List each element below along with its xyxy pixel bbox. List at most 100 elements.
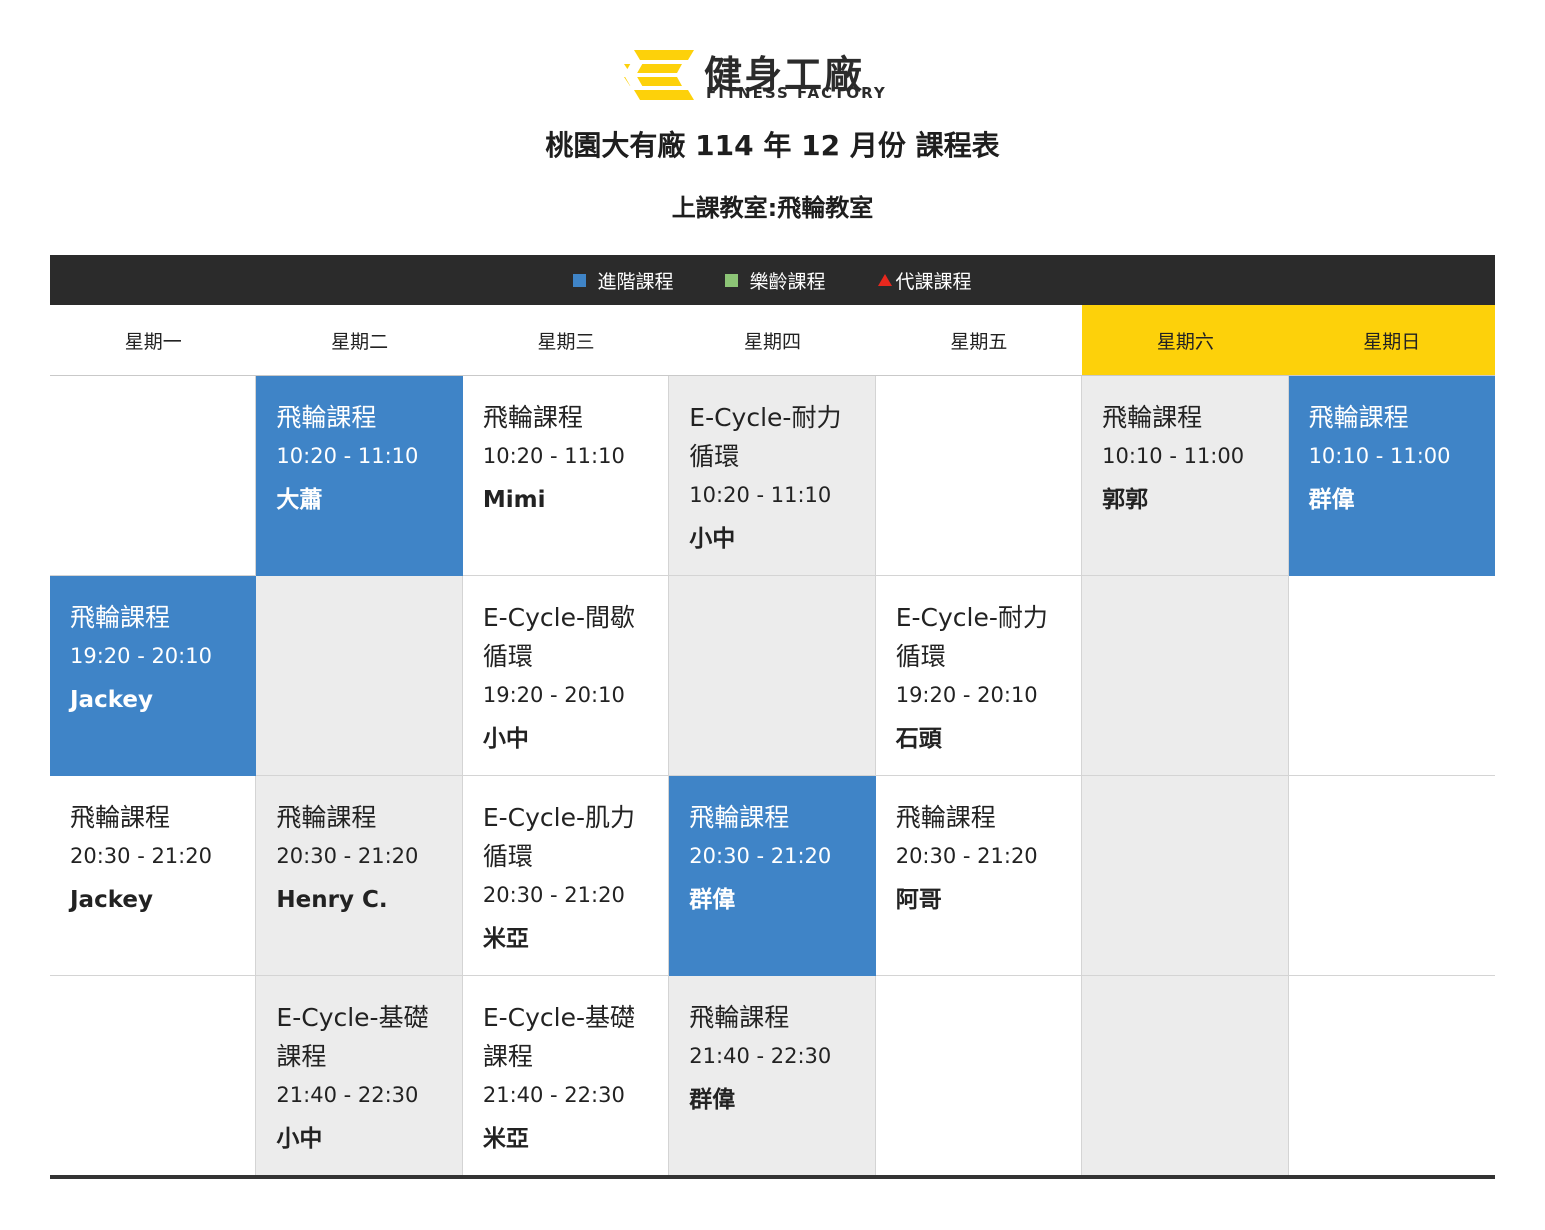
legend-item-advanced: 進階課程 bbox=[573, 267, 673, 294]
class-time: 10:20 - 11:10 bbox=[276, 444, 419, 468]
class-cell: E-Cycle-基礎課程 21:40 - 22:30 小中 bbox=[256, 976, 463, 1176]
empty-cell bbox=[1082, 776, 1289, 976]
legend-bar: 進階課程 樂齡課程 代課課程 bbox=[50, 255, 1495, 305]
class-cell: 飛輪課程 20:30 - 21:20 群偉 bbox=[669, 776, 876, 976]
class-name: 飛輪課程 bbox=[895, 803, 996, 832]
class-teacher: 小中 bbox=[482, 726, 529, 752]
class-name: 飛輪課程 bbox=[276, 803, 377, 832]
class-time: 10:10 - 11:00 bbox=[1102, 444, 1245, 468]
class-cell: E-Cycle-間歇循環 19:20 - 20:10 小中 bbox=[462, 576, 670, 776]
class-cell: 飛輪課程 10:20 - 11:10 Mimi bbox=[462, 376, 670, 576]
class-teacher: Jackey bbox=[70, 887, 153, 913]
class-cell: 飛輪課程 10:20 - 11:10 大蕭 bbox=[256, 376, 463, 576]
class-teacher: 大蕭 bbox=[276, 487, 323, 513]
class-cell: E-Cycle-肌力循環 20:30 - 21:20 米亞 bbox=[462, 776, 670, 976]
class-teacher: Mimi bbox=[482, 487, 546, 513]
brand-name-en: FITNESS FACTORY bbox=[706, 84, 887, 102]
class-teacher: 郭郭 bbox=[1102, 487, 1149, 513]
class-teacher: 群偉 bbox=[689, 887, 736, 913]
day-header-sat: 星期六 bbox=[1082, 305, 1289, 375]
fitness-factory-logo-icon bbox=[624, 50, 694, 100]
class-time: 19:20 - 20:10 bbox=[482, 683, 625, 707]
empty-cell bbox=[256, 576, 463, 776]
class-time: 19:20 - 20:10 bbox=[895, 683, 1038, 707]
class-name: 飛輪課程 bbox=[482, 403, 583, 432]
class-teacher: Henry C. bbox=[276, 887, 388, 913]
day-header-tue: 星期二 bbox=[256, 305, 463, 375]
class-time: 20:30 - 21:20 bbox=[895, 844, 1038, 868]
class-name: 飛輪課程 bbox=[1102, 403, 1203, 432]
class-name: E-Cycle-肌力循環 bbox=[482, 803, 636, 871]
class-time: 20:30 - 21:20 bbox=[482, 883, 625, 907]
class-cell: 飛輪課程 10:10 - 11:00 群偉 bbox=[1288, 376, 1495, 576]
class-teacher: 米亞 bbox=[482, 1126, 529, 1152]
class-cell: 飛輪課程 21:40 - 22:30 群偉 bbox=[669, 976, 876, 1176]
class-teacher: 小中 bbox=[689, 526, 736, 552]
class-cell: 飛輪課程 20:30 - 21:20 阿哥 bbox=[875, 776, 1083, 976]
empty-cell bbox=[875, 976, 1083, 1176]
legend-item-substitute: 代課課程 bbox=[877, 267, 972, 294]
class-name: E-Cycle-耐力循環 bbox=[895, 603, 1048, 671]
day-header-mon: 星期一 bbox=[50, 305, 257, 375]
class-time: 10:20 - 11:10 bbox=[482, 444, 625, 468]
legend-label: 進階課程 bbox=[597, 270, 674, 293]
class-name: 飛輪課程 bbox=[1308, 403, 1409, 432]
page-title: 桃園大有廠 114 年 12 月份 課程表 bbox=[545, 129, 1000, 162]
class-cell: E-Cycle-耐力循環 10:20 - 11:10 小中 bbox=[669, 376, 876, 576]
class-teacher: 米亞 bbox=[482, 926, 529, 952]
weekday-header-row: 星期一 星期二 星期三 星期四 星期五 星期六 星期日 bbox=[50, 305, 1495, 375]
class-cell: 飛輪課程 19:20 - 20:10 Jackey bbox=[50, 576, 257, 776]
day-header-thu: 星期四 bbox=[669, 305, 876, 375]
empty-cell bbox=[1082, 576, 1289, 776]
class-time: 20:30 - 21:20 bbox=[276, 844, 419, 868]
empty-cell bbox=[50, 376, 257, 576]
class-time: 21:40 - 22:30 bbox=[276, 1083, 419, 1107]
class-name: E-Cycle-基礎課程 bbox=[482, 1003, 636, 1071]
class-cell: E-Cycle-耐力循環 19:20 - 20:10 石頭 bbox=[875, 576, 1083, 776]
class-name: 飛輪課程 bbox=[276, 403, 377, 432]
empty-cell bbox=[875, 376, 1083, 576]
empty-cell bbox=[50, 976, 257, 1176]
legend-label: 代課課程 bbox=[895, 270, 972, 293]
class-time: 10:10 - 11:00 bbox=[1308, 444, 1451, 468]
empty-cell bbox=[1288, 776, 1495, 976]
class-cell: E-Cycle-基礎課程 21:40 - 22:30 米亞 bbox=[462, 976, 670, 1176]
class-time: 20:30 - 21:20 bbox=[689, 844, 832, 868]
class-cell: 飛輪課程 20:30 - 21:20 Jackey bbox=[50, 776, 257, 976]
empty-cell bbox=[669, 576, 876, 776]
empty-cell bbox=[1288, 576, 1495, 776]
class-time: 20:30 - 21:20 bbox=[70, 844, 212, 868]
class-time: 10:20 - 11:10 bbox=[689, 483, 832, 507]
class-time: 21:40 - 22:30 bbox=[689, 1044, 832, 1068]
class-teacher: Jackey bbox=[70, 687, 153, 713]
class-cell: 飛輪課程 10:10 - 11:00 郭郭 bbox=[1082, 376, 1289, 576]
classroom-subtitle: 上課教室:飛輪教室 bbox=[671, 194, 874, 222]
day-header-fri: 星期五 bbox=[875, 305, 1083, 375]
class-name: E-Cycle-耐力循環 bbox=[689, 403, 842, 471]
blue-square-icon bbox=[573, 273, 587, 287]
class-time: 19:20 - 20:10 bbox=[70, 644, 212, 668]
class-time: 21:40 - 22:30 bbox=[482, 1083, 625, 1107]
class-teacher: 小中 bbox=[276, 1126, 323, 1152]
green-square-icon bbox=[725, 273, 739, 287]
day-header-sun: 星期日 bbox=[1288, 305, 1495, 375]
class-teacher: 石頭 bbox=[895, 726, 942, 752]
red-triangle-icon bbox=[877, 274, 892, 286]
class-name: 飛輪課程 bbox=[70, 803, 171, 832]
class-cell: 飛輪課程 20:30 - 21:20 Henry C. bbox=[256, 776, 463, 976]
schedule-grid: 飛輪課程 10:20 - 11:10 大蕭 飛輪課程 10:20 - 11:10 Mimi… bbox=[50, 375, 1495, 1176]
empty-cell bbox=[1082, 976, 1289, 1176]
class-teacher: 阿哥 bbox=[895, 887, 942, 913]
class-name: 飛輪課程 bbox=[689, 1003, 790, 1032]
class-name: 飛輪課程 bbox=[689, 803, 790, 832]
class-teacher: 群偉 bbox=[1308, 487, 1355, 513]
class-name: E-Cycle-間歇循環 bbox=[482, 603, 636, 671]
class-name: E-Cycle-基礎課程 bbox=[276, 1003, 429, 1071]
legend-label: 樂齡課程 bbox=[749, 270, 826, 293]
class-teacher: 群偉 bbox=[689, 1087, 736, 1113]
brand-logo: 健身工廠 FITNESS FACTORY bbox=[622, 48, 932, 104]
legend-item-senior: 樂齡課程 bbox=[725, 267, 826, 294]
empty-cell bbox=[1288, 976, 1495, 1176]
class-name: 飛輪課程 bbox=[70, 603, 171, 632]
day-header-wed: 星期三 bbox=[462, 305, 670, 375]
